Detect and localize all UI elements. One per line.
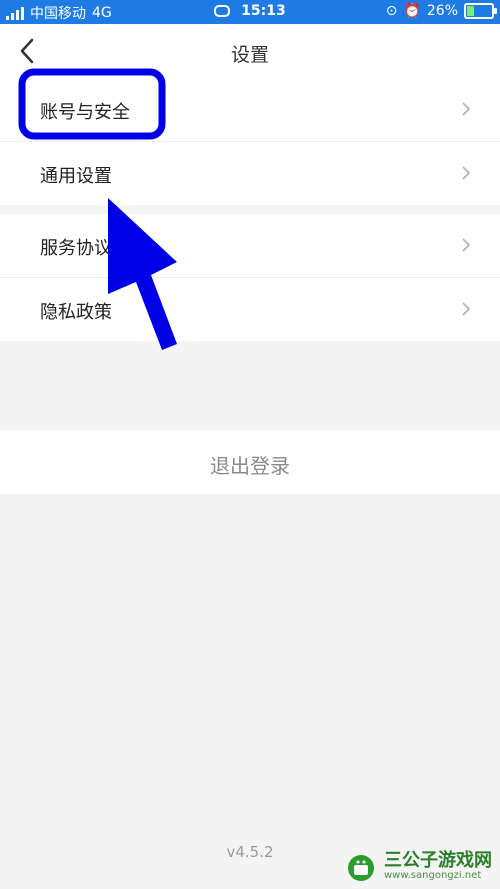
settings-group-2: 服务协议 隐私政策 bbox=[0, 214, 500, 341]
settings-item-general[interactable]: 通用设置 bbox=[0, 142, 500, 205]
watermark-title: 三公子游戏网 bbox=[384, 849, 492, 871]
status-bar: 中国移动 4G 15:13 ⊙ ⏰ 26% bbox=[0, 0, 500, 24]
battery-icon bbox=[464, 3, 497, 19]
settings-item-service-agreement[interactable]: 服务协议 bbox=[0, 214, 500, 278]
chevron-right-icon bbox=[462, 166, 471, 180]
watermark-url: www.sangongzi.net bbox=[384, 869, 482, 881]
link-icon bbox=[214, 5, 231, 17]
settings-item-label: 隐私政策 bbox=[40, 302, 112, 323]
chevron-right-icon bbox=[462, 102, 471, 116]
settings-item-account-security[interactable]: 账号与安全 bbox=[0, 78, 500, 142]
page-title: 设置 bbox=[230, 44, 269, 66]
battery-fill bbox=[467, 6, 474, 16]
lock-rotation-icon: ⊙ bbox=[385, 3, 398, 19]
status-right: ⊙ ⏰ 26% bbox=[385, 3, 497, 19]
settings-item-label: 通用设置 bbox=[40, 166, 112, 187]
settings-item-privacy-policy[interactable]: 隐私政策 bbox=[0, 278, 500, 341]
chevron-right-icon bbox=[462, 238, 471, 252]
navigation-header: 设置 bbox=[0, 24, 500, 79]
chevron-right-icon bbox=[462, 302, 471, 316]
watermark: 三公子游戏网 www.sangongzi.net bbox=[344, 849, 492, 883]
settings-item-label: 账号与安全 bbox=[40, 102, 130, 123]
settings-item-label: 服务协议 bbox=[40, 238, 112, 259]
logout-button[interactable]: 退出登录 bbox=[0, 430, 500, 494]
alarm-icon: ⏰ bbox=[403, 3, 421, 19]
time-text: 15:13 bbox=[241, 3, 286, 19]
battery-text: 26% bbox=[426, 3, 458, 19]
logout-label: 退出登录 bbox=[210, 454, 290, 478]
settings-group-1: 账号与安全 通用设置 bbox=[0, 78, 500, 205]
android-logo-icon bbox=[348, 855, 374, 881]
